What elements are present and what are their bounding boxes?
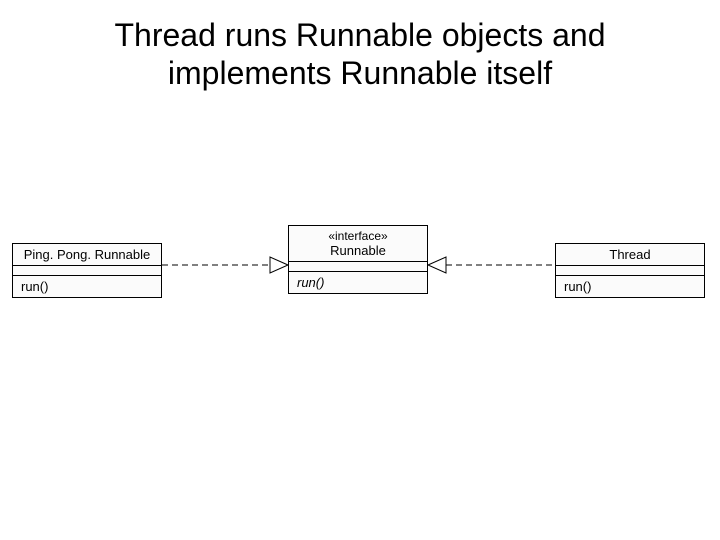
operation: run() <box>564 279 591 294</box>
class-attributes <box>556 266 704 276</box>
realization-left-arrowhead <box>270 257 288 273</box>
interface-runnable: «interface» Runnable run() <box>288 225 428 294</box>
realization-right-arrowhead <box>428 257 446 273</box>
class-name-text: Runnable <box>297 243 419 258</box>
uml-diagram: Ping. Pong. Runnable run() «interface» R… <box>0 225 720 345</box>
slide-title: Thread runs Runnable objects and impleme… <box>40 16 680 93</box>
operation: run() <box>297 275 324 290</box>
class-name: Thread <box>556 244 704 266</box>
class-attributes <box>13 266 161 276</box>
class-operations: run() <box>13 276 161 297</box>
class-operations: run() <box>289 272 427 293</box>
stereotype: «interface» <box>297 229 419 243</box>
class-attributes <box>289 262 427 272</box>
class-name: «interface» Runnable <box>289 226 427 262</box>
class-operations: run() <box>556 276 704 297</box>
slide: Thread runs Runnable objects and impleme… <box>0 0 720 540</box>
operation: run() <box>21 279 48 294</box>
class-pingpongrunnable: Ping. Pong. Runnable run() <box>12 243 162 298</box>
class-name: Ping. Pong. Runnable <box>13 244 161 266</box>
class-thread: Thread run() <box>555 243 705 298</box>
